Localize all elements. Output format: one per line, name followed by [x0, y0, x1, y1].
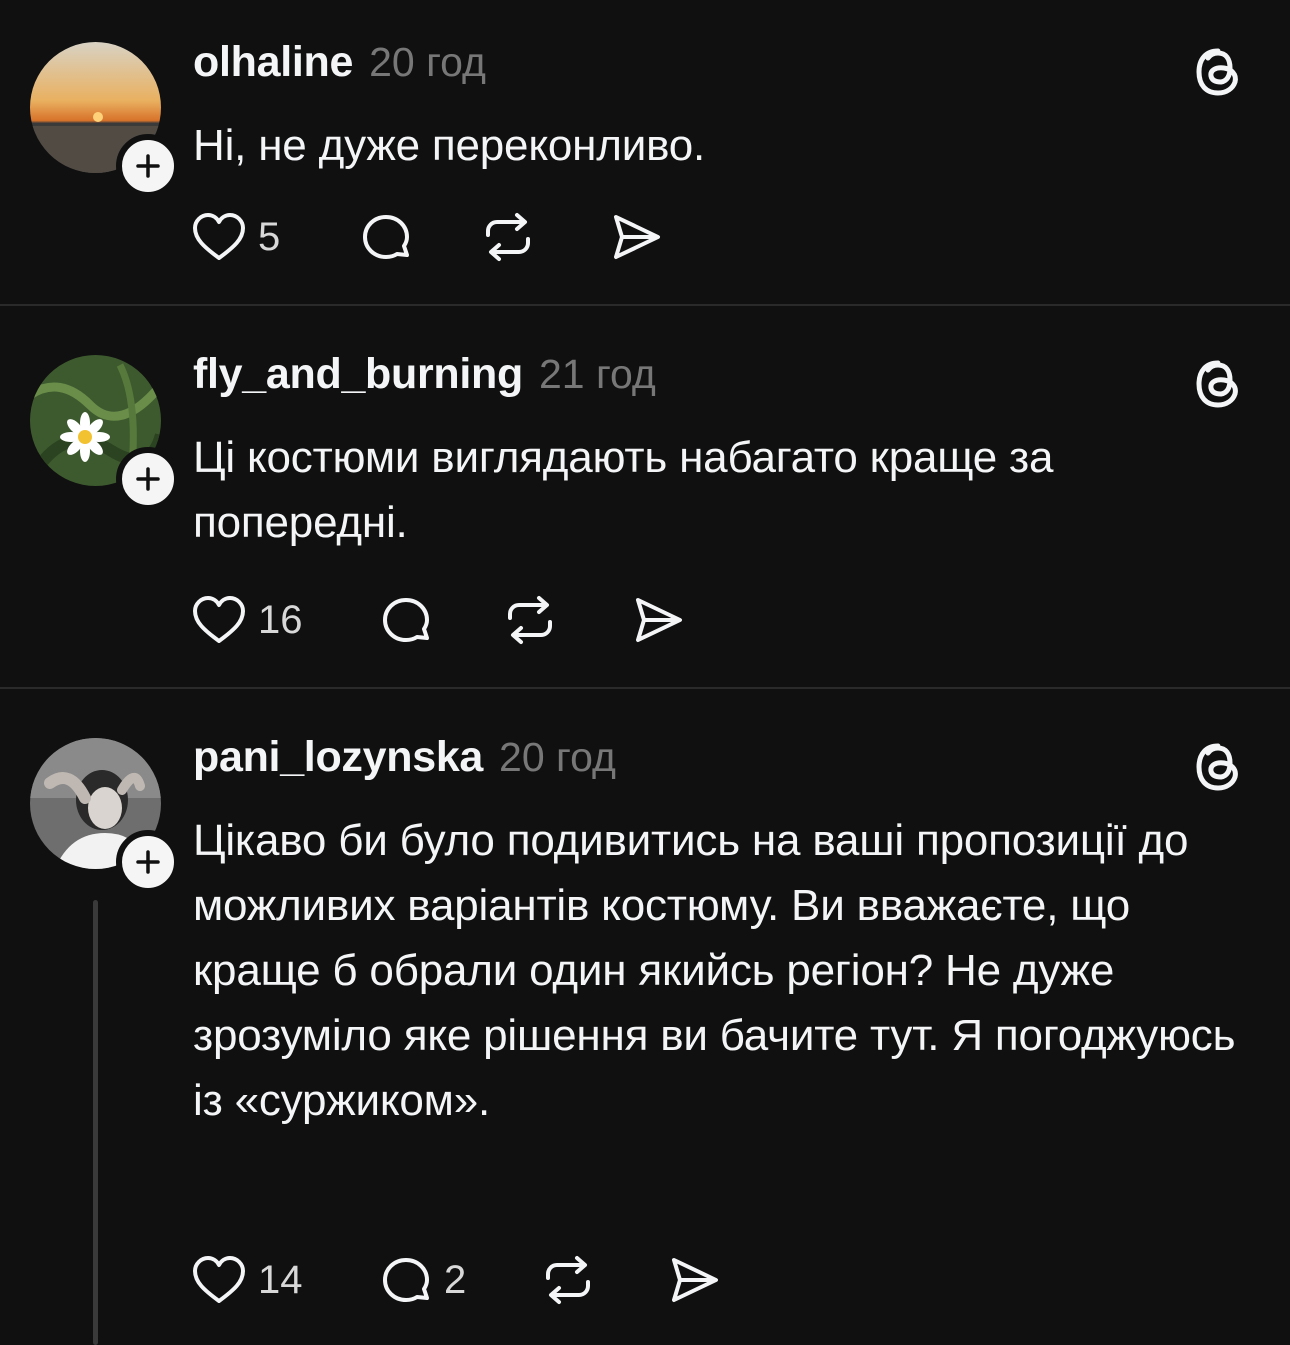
like-count: 14 — [258, 1257, 303, 1302]
post-time: 20 год — [369, 39, 486, 85]
repost-icon — [508, 596, 552, 644]
avatar-pani-lozynska[interactable] — [30, 738, 180, 894]
repost-icon — [486, 213, 530, 261]
threads-icon[interactable] — [1188, 354, 1248, 414]
share-icon — [614, 215, 660, 259]
thread-line — [93, 900, 98, 1345]
threads-icon[interactable] — [1188, 42, 1248, 102]
post-header: olhaline 20 год — [193, 38, 486, 98]
plus-icon — [136, 154, 160, 178]
follow-button[interactable] — [116, 447, 180, 511]
post-time: 20 год — [499, 734, 616, 780]
post-text: Цікаво би було подивитись на ваші пропоз… — [193, 816, 1236, 1125]
repost-icon — [546, 1256, 590, 1304]
like-count: 16 — [258, 597, 303, 642]
comment-icon — [363, 215, 409, 259]
plus-icon — [136, 467, 160, 491]
heart-icon — [193, 596, 245, 643]
plus-icon — [136, 850, 160, 874]
reply-button[interactable]: 2 — [378, 1250, 466, 1310]
threads-icon[interactable] — [1188, 737, 1248, 797]
follow-button[interactable] — [116, 830, 180, 894]
share-icon — [636, 598, 682, 642]
share-icon — [672, 1258, 718, 1302]
reply-button[interactable] — [378, 590, 434, 650]
username[interactable]: fly_and_burning — [193, 350, 523, 399]
post-text: Ні, не дуже переконливо. — [193, 121, 706, 170]
post-divider — [0, 304, 1290, 306]
heart-icon — [193, 213, 245, 260]
reply-button[interactable] — [358, 207, 414, 267]
comment-icon — [383, 598, 429, 642]
like-button[interactable]: 16 — [190, 590, 303, 650]
like-count: 5 — [258, 214, 281, 259]
heart-icon — [193, 1256, 245, 1303]
repost-button[interactable] — [502, 590, 558, 650]
reply-count: 2 — [444, 1257, 467, 1302]
threads-feed: olhaline 20 год Ні, не дуже переконливо.… — [0, 0, 1290, 1345]
post-time: 21 год — [538, 351, 656, 397]
share-button[interactable] — [630, 590, 686, 650]
repost-button[interactable] — [540, 1250, 596, 1310]
follow-button[interactable] — [116, 134, 180, 198]
like-button[interactable]: 14 — [190, 1250, 303, 1310]
share-button[interactable] — [666, 1250, 722, 1310]
share-button[interactable] — [608, 207, 664, 267]
post-header: pani_lozynska 20 год — [193, 733, 616, 793]
post-divider — [0, 687, 1290, 689]
comment-icon — [383, 1258, 429, 1302]
post-text: Ці костюми виглядають набагато краще за … — [193, 433, 1054, 547]
like-button[interactable]: 5 — [190, 207, 280, 267]
avatar-fly-and-burning[interactable] — [30, 355, 180, 511]
post-header: fly_and_burning 21 год — [193, 350, 656, 410]
avatar-olhaline[interactable] — [30, 42, 180, 198]
username[interactable]: olhaline — [193, 38, 353, 87]
repost-button[interactable] — [480, 207, 536, 267]
username[interactable]: pani_lozynska — [193, 733, 483, 782]
